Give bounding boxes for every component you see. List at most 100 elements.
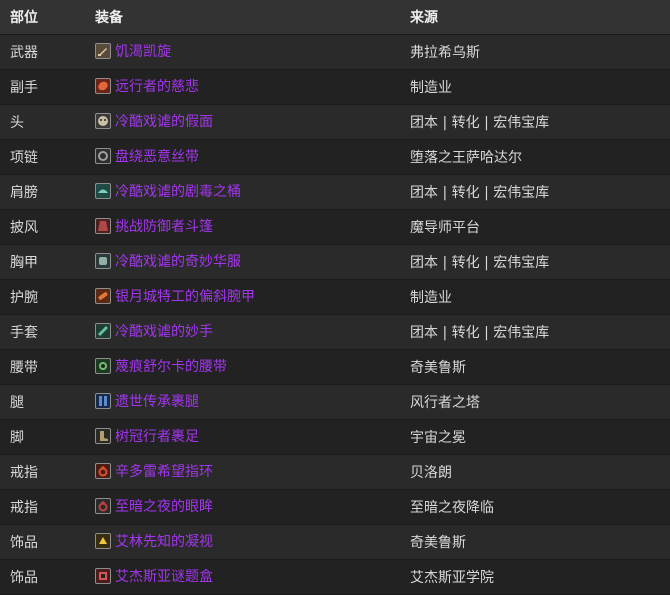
chest-icon bbox=[95, 253, 111, 269]
item-link[interactable]: 远行者的慈悲 bbox=[95, 76, 199, 96]
table-row: 腰带 蔑痕舒尔卡的腰带 奇美鲁斯 bbox=[0, 349, 670, 385]
item-cell: 至暗之夜的眼眸 bbox=[84, 489, 398, 525]
item-link[interactable]: 冷酷戏谑的妙手 bbox=[95, 321, 213, 341]
table-row: 项链 盘绕恶意丝带 堕落之王萨哈达尔 bbox=[0, 139, 670, 175]
item-name: 辛多雷希望指环 bbox=[115, 464, 213, 480]
necklace-icon bbox=[95, 148, 111, 164]
source-cell: 弗拉希乌斯 bbox=[398, 34, 670, 70]
item-link[interactable]: 树冠行者裹足 bbox=[95, 426, 199, 446]
item-name: 蔑痕舒尔卡的腰带 bbox=[115, 359, 227, 375]
source-cell: 团本 | 转化 | 宏伟宝库 bbox=[398, 174, 670, 210]
item-name: 远行者的慈悲 bbox=[115, 79, 199, 95]
item-link[interactable]: 冷酷戏谑的剧毒之桶 bbox=[95, 181, 241, 201]
item-cell: 辛多雷希望指环 bbox=[84, 454, 398, 490]
source-cell: 风行者之塔 bbox=[398, 384, 670, 420]
slot-cell: 饰品 bbox=[0, 559, 84, 595]
source-cell: 至暗之夜降临 bbox=[398, 489, 670, 525]
sword-icon bbox=[95, 43, 111, 59]
slot-cell: 护腕 bbox=[0, 279, 84, 315]
offhand-icon bbox=[95, 78, 111, 94]
source-cell: 团本 | 转化 | 宏伟宝库 bbox=[398, 104, 670, 140]
item-cell: 树冠行者裹足 bbox=[84, 419, 398, 455]
item-name: 挑战防御者斗篷 bbox=[115, 219, 213, 235]
slot-cell: 戒指 bbox=[0, 489, 84, 525]
table-row: 胸甲 冷酷戏谑的奇妙华服 团本 | 转化 | 宏伟宝库 bbox=[0, 244, 670, 280]
table-row: 武器 饥渴凯旋 弗拉希乌斯 bbox=[0, 34, 670, 70]
source-cell: 制造业 bbox=[398, 69, 670, 105]
item-name: 冷酷戏谑的假面 bbox=[115, 114, 213, 130]
slot-cell: 胸甲 bbox=[0, 244, 84, 280]
item-name: 盘绕恶意丝带 bbox=[115, 149, 199, 165]
gloves-icon bbox=[95, 323, 111, 339]
bracer-icon bbox=[95, 288, 111, 304]
item-link[interactable]: 冷酷戏谑的假面 bbox=[95, 111, 213, 131]
item-cell: 挑战防御者斗篷 bbox=[84, 209, 398, 245]
item-cell: 蔑痕舒尔卡的腰带 bbox=[84, 349, 398, 385]
header-slot: 部位 bbox=[0, 0, 84, 35]
item-cell: 银月城特工的偏斜腕甲 bbox=[84, 279, 398, 315]
item-link[interactable]: 遗世传承裹腿 bbox=[95, 391, 199, 411]
shoulder-icon bbox=[95, 183, 111, 199]
cloak-icon bbox=[95, 218, 111, 234]
item-link[interactable]: 至暗之夜的眼眸 bbox=[95, 496, 213, 516]
table-row: 饰品 艾杰斯亚谜题盒 艾杰斯亚学院 bbox=[0, 559, 670, 595]
slot-cell: 武器 bbox=[0, 34, 84, 70]
slot-cell: 项链 bbox=[0, 139, 84, 175]
source-cell: 贝洛朗 bbox=[398, 454, 670, 490]
item-cell: 遗世传承裹腿 bbox=[84, 384, 398, 420]
item-link[interactable]: 艾杰斯亚谜题盒 bbox=[95, 566, 213, 586]
item-name: 至暗之夜的眼眸 bbox=[115, 499, 213, 515]
table-body: 武器 饥渴凯旋 弗拉希乌斯 副手 远行者的慈悲 制造业头冷酷戏谑的假面 团本 | 转化 | … bbox=[0, 34, 670, 595]
item-name: 艾林先知的凝视 bbox=[115, 534, 213, 550]
source-cell: 宇宙之冕 bbox=[398, 419, 670, 455]
item-link[interactable]: 艾林先知的凝视 bbox=[95, 531, 213, 551]
legs-icon bbox=[95, 393, 111, 409]
source-cell: 艾杰斯亚学院 bbox=[398, 559, 670, 595]
source-cell: 团本 | 转化 | 宏伟宝库 bbox=[398, 244, 670, 280]
ring-icon bbox=[95, 463, 111, 479]
source-cell: 奇美鲁斯 bbox=[398, 524, 670, 560]
slot-cell: 副手 bbox=[0, 69, 84, 105]
item-cell: 冷酷戏谑的妙手 bbox=[84, 314, 398, 350]
source-cell: 堕落之王萨哈达尔 bbox=[398, 139, 670, 175]
gear-table: 部位 装备 来源 武器 饥渴凯旋 弗拉希乌斯 副手 远行者的慈悲 制造业头冷酷戏谑的假面团… bbox=[0, 0, 670, 595]
table-row: 脚 树冠行者裹足 宇宙之冕 bbox=[0, 419, 670, 455]
item-name: 饥渴凯旋 bbox=[115, 44, 171, 60]
item-cell: 艾杰斯亚谜题盒 bbox=[84, 559, 398, 595]
slot-cell: 腰带 bbox=[0, 349, 84, 385]
belt-icon bbox=[95, 358, 111, 374]
table-row: 副手 远行者的慈悲 制造业 bbox=[0, 69, 670, 105]
item-name: 银月城特工的偏斜腕甲 bbox=[115, 289, 255, 305]
item-cell: 远行者的慈悲 bbox=[84, 69, 398, 105]
source-cell: 魔导师平台 bbox=[398, 209, 670, 245]
table-row: 护腕 银月城特工的偏斜腕甲 制造业 bbox=[0, 279, 670, 315]
item-cell: 冷酷戏谑的假面 bbox=[84, 104, 398, 140]
item-cell: 盘绕恶意丝带 bbox=[84, 139, 398, 175]
item-name: 冷酷戏谑的妙手 bbox=[115, 324, 213, 340]
trinket-icon bbox=[95, 533, 111, 549]
item-link[interactable]: 盘绕恶意丝带 bbox=[95, 146, 199, 166]
slot-cell: 腿 bbox=[0, 384, 84, 420]
table-row: 戒指 辛多雷希望指环 贝洛朗 bbox=[0, 454, 670, 490]
table-row: 饰品 艾林先知的凝视 奇美鲁斯 bbox=[0, 524, 670, 560]
slot-cell: 头 bbox=[0, 104, 84, 140]
item-link[interactable]: 辛多雷希望指环 bbox=[95, 461, 213, 481]
item-link[interactable]: 银月城特工的偏斜腕甲 bbox=[95, 286, 255, 306]
item-link[interactable]: 冷酷戏谑的奇妙华服 bbox=[95, 251, 241, 271]
table-row: 腿 遗世传承裹腿 风行者之塔 bbox=[0, 384, 670, 420]
item-link[interactable]: 饥渴凯旋 bbox=[95, 41, 171, 61]
source-cell: 团本 | 转化 | 宏伟宝库 bbox=[398, 314, 670, 350]
header-item: 装备 bbox=[84, 0, 398, 35]
slot-cell: 肩膀 bbox=[0, 174, 84, 210]
source-cell: 制造业 bbox=[398, 279, 670, 315]
item-name: 树冠行者裹足 bbox=[115, 429, 199, 445]
item-name: 遗世传承裹腿 bbox=[115, 394, 199, 410]
item-link[interactable]: 挑战防御者斗篷 bbox=[95, 216, 213, 236]
slot-cell: 脚 bbox=[0, 419, 84, 455]
table-row: 披风 挑战防御者斗篷 魔导师平台 bbox=[0, 209, 670, 245]
slot-cell: 手套 bbox=[0, 314, 84, 350]
header-row: 部位 装备 来源 bbox=[0, 0, 670, 35]
item-link[interactable]: 蔑痕舒尔卡的腰带 bbox=[95, 356, 227, 376]
ring-icon bbox=[95, 498, 111, 514]
item-name: 冷酷戏谑的奇妙华服 bbox=[115, 254, 241, 270]
